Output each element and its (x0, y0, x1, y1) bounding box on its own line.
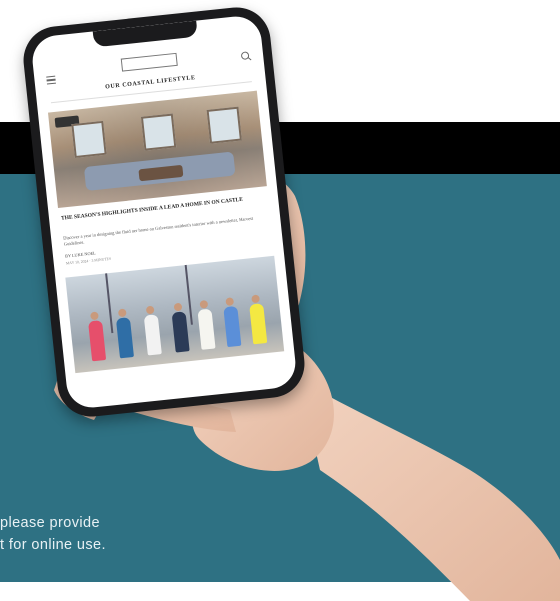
article-excerpt: Discover a year in designing the fluid n… (62, 215, 254, 247)
person (171, 311, 190, 353)
window (140, 113, 177, 151)
caption-line-2: t for online use. (0, 537, 106, 553)
article-photo-living-room[interactable] (47, 90, 267, 209)
person (249, 303, 268, 345)
hamburger-menu-icon[interactable] (46, 75, 57, 87)
article-date: MAY 10, 2024 · 3 MINUTES (65, 256, 112, 266)
person (197, 308, 216, 350)
smartphone: OUR COASTAL LIFESTYLE THE SEASON'S HIGHL… (20, 4, 308, 420)
person (88, 320, 107, 362)
caption-line-1: please provide (0, 515, 100, 531)
search-icon[interactable] (240, 51, 250, 61)
site-logo[interactable] (120, 52, 178, 72)
window (71, 120, 107, 159)
caption-text: please provide t for online use. (0, 512, 106, 556)
article-byline: BY LUKE NOEL (64, 250, 97, 259)
phone-screen: OUR COASTAL LIFESTYLE THE SEASON'S HIGHL… (30, 14, 298, 410)
boat-mast (105, 273, 114, 334)
article-photo-group-dock[interactable] (65, 255, 285, 374)
person (115, 317, 134, 359)
window (206, 106, 242, 144)
person (143, 314, 162, 356)
person (223, 305, 242, 348)
